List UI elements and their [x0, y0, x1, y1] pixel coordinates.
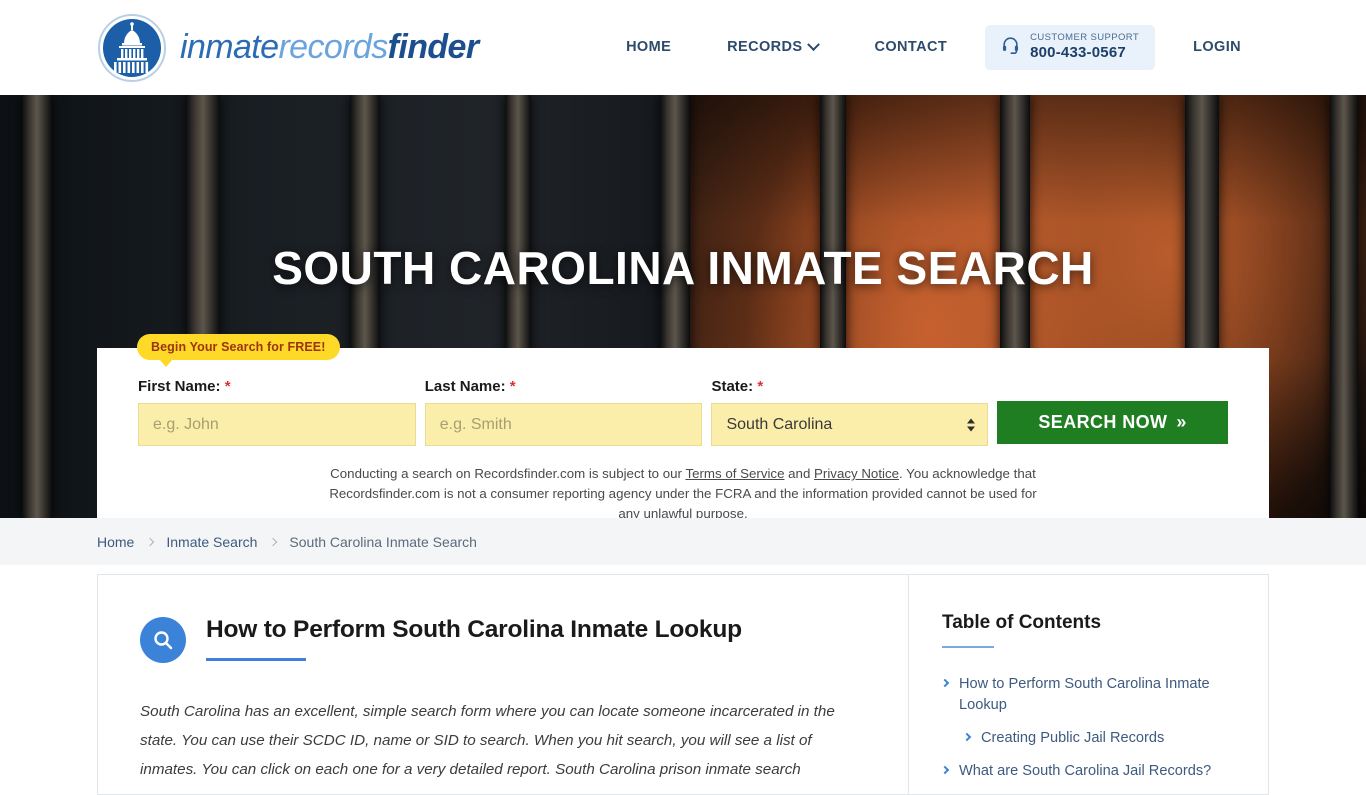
- state-select[interactable]: South Carolina: [711, 403, 989, 446]
- chevron-right-icon: [940, 678, 950, 688]
- free-search-badge-label: Begin Your Search for FREE!: [137, 334, 340, 360]
- chevron-right-icon: [146, 537, 155, 546]
- search-form-row: First Name: * Last Name: * State: * Sout…: [138, 378, 1228, 446]
- last-name-field-group: Last Name: *: [424, 378, 703, 446]
- required-marker: *: [757, 378, 764, 395]
- toc-underline-rule: [942, 646, 994, 648]
- brand-word-part1: inmate: [180, 28, 279, 66]
- chevron-down-icon: [807, 38, 821, 52]
- nav-item-records-label: RECORDS: [727, 39, 803, 56]
- brand-wordmark: inmaterecordsfinder: [180, 28, 479, 67]
- main-content-area: How to Perform South Carolina Inmate Loo…: [0, 565, 1366, 795]
- customer-support-pill[interactable]: CUSTOMER SUPPORT 800-433-0567: [985, 25, 1156, 70]
- badge-tail: [159, 359, 173, 367]
- section-header: How to Perform South Carolina Inmate Loo…: [140, 615, 863, 663]
- required-marker: *: [509, 378, 516, 395]
- article-card: How to Perform South Carolina Inmate Loo…: [97, 574, 908, 795]
- table-of-contents-card: Table of Contents How to Perform South C…: [908, 574, 1269, 795]
- double-chevron-right-icon: »: [1176, 412, 1187, 432]
- first-name-label-text: First Name:: [138, 378, 221, 395]
- title-underline-rule: [206, 658, 306, 662]
- site-header: inmaterecordsfinder HOME RECORDS CONTACT…: [0, 0, 1366, 95]
- nav-item-contact[interactable]: CONTACT: [846, 39, 975, 55]
- toc-item-1[interactable]: Creating Public Jail Records: [942, 728, 1236, 749]
- nav-item-records[interactable]: RECORDS: [699, 38, 846, 56]
- nav-item-contact-label: CONTACT: [874, 39, 948, 56]
- brand-logo[interactable]: inmaterecordsfinder: [97, 13, 479, 83]
- search-now-label: SEARCH NOW: [1038, 412, 1168, 432]
- chevron-right-icon: [962, 732, 972, 742]
- toc-item-0[interactable]: How to Perform South Carolina Inmate Loo…: [940, 674, 1236, 716]
- nav-item-home[interactable]: HOME: [598, 39, 699, 55]
- jail-bar: [1330, 95, 1358, 518]
- breadcrumb: Home Inmate Search South Carolina Inmate…: [0, 518, 1366, 565]
- headset-icon: [1001, 35, 1020, 59]
- terms-of-service-link[interactable]: Terms of Service: [685, 466, 784, 481]
- toc-item-1-label: Creating Public Jail Records: [981, 730, 1165, 746]
- first-name-field-group: First Name: *: [138, 378, 416, 446]
- state-label-text: State:: [711, 378, 754, 395]
- toc-title: Table of Contents: [942, 612, 1102, 633]
- state-field-group: State: * South Carolina: [711, 378, 989, 446]
- page-title: SOUTH CAROLINA INMATE SEARCH: [272, 242, 1094, 294]
- inmate-search-form-card: Begin Your Search for FREE! First Name: …: [97, 334, 1269, 518]
- breadcrumb-item-home[interactable]: Home: [97, 534, 134, 550]
- chevron-right-icon: [269, 537, 278, 546]
- toc-item-2-label: What are South Carolina Jail Records?: [959, 763, 1212, 779]
- search-icon: [140, 617, 186, 663]
- last-name-label: Last Name: *: [425, 378, 703, 395]
- toc-item-2[interactable]: What are South Carolina Jail Records?: [940, 761, 1236, 782]
- chevron-right-icon: [940, 765, 950, 775]
- disclaimer-part1: Conducting a search on Recordsfinder.com…: [330, 466, 686, 481]
- required-marker: *: [224, 378, 231, 395]
- disclaimer-part2: and: [784, 466, 815, 481]
- privacy-notice-link[interactable]: Privacy Notice: [814, 466, 899, 481]
- state-select-wrap: South Carolina: [711, 403, 989, 446]
- nav-item-home-label: HOME: [626, 39, 672, 56]
- free-search-badge: Begin Your Search for FREE!: [137, 334, 340, 367]
- support-text-block: CUSTOMER SUPPORT 800-433-0567: [1030, 32, 1140, 62]
- toc-list: How to Perform South Carolina Inmate Loo…: [940, 674, 1236, 782]
- last-name-label-text: Last Name:: [424, 378, 506, 395]
- section-heading-block: How to Perform South Carolina Inmate Loo…: [206, 615, 742, 662]
- search-now-button[interactable]: SEARCH NOW »: [997, 401, 1228, 444]
- state-label: State: *: [711, 378, 988, 395]
- article-paragraph: South Carolina has an excellent, simple …: [140, 703, 835, 778]
- hero-banner: SOUTH CAROLINA INMATE SEARCH Begin Your …: [0, 95, 1366, 518]
- last-name-input[interactable]: [424, 403, 703, 446]
- first-name-label: First Name: *: [138, 378, 416, 395]
- nav-item-login[interactable]: LOGIN: [1165, 39, 1269, 55]
- search-disclaimer: Conducting a search on Recordsfinder.com…: [325, 464, 1041, 518]
- jail-bar: [22, 95, 52, 518]
- section-title: How to Perform South Carolina Inmate Loo…: [206, 616, 742, 643]
- toc-item-0-label: How to Perform South Carolina Inmate Loo…: [959, 676, 1210, 713]
- support-phone: 800-433-0567: [1030, 44, 1126, 62]
- brand-word-part3: finder: [387, 28, 479, 66]
- first-name-input[interactable]: [138, 403, 416, 446]
- breadcrumb-item-inmate-search[interactable]: Inmate Search: [166, 534, 257, 550]
- main-navigation: HOME RECORDS CONTACT CUSTOMER SUPPORT 80…: [598, 25, 1269, 70]
- nav-item-login-label: LOGIN: [1193, 39, 1241, 56]
- support-label: CUSTOMER SUPPORT: [1030, 32, 1140, 44]
- breadcrumb-item-current: South Carolina Inmate Search: [289, 533, 477, 550]
- brand-word-part2: records: [278, 28, 388, 66]
- capitol-dome-icon: [97, 13, 167, 83]
